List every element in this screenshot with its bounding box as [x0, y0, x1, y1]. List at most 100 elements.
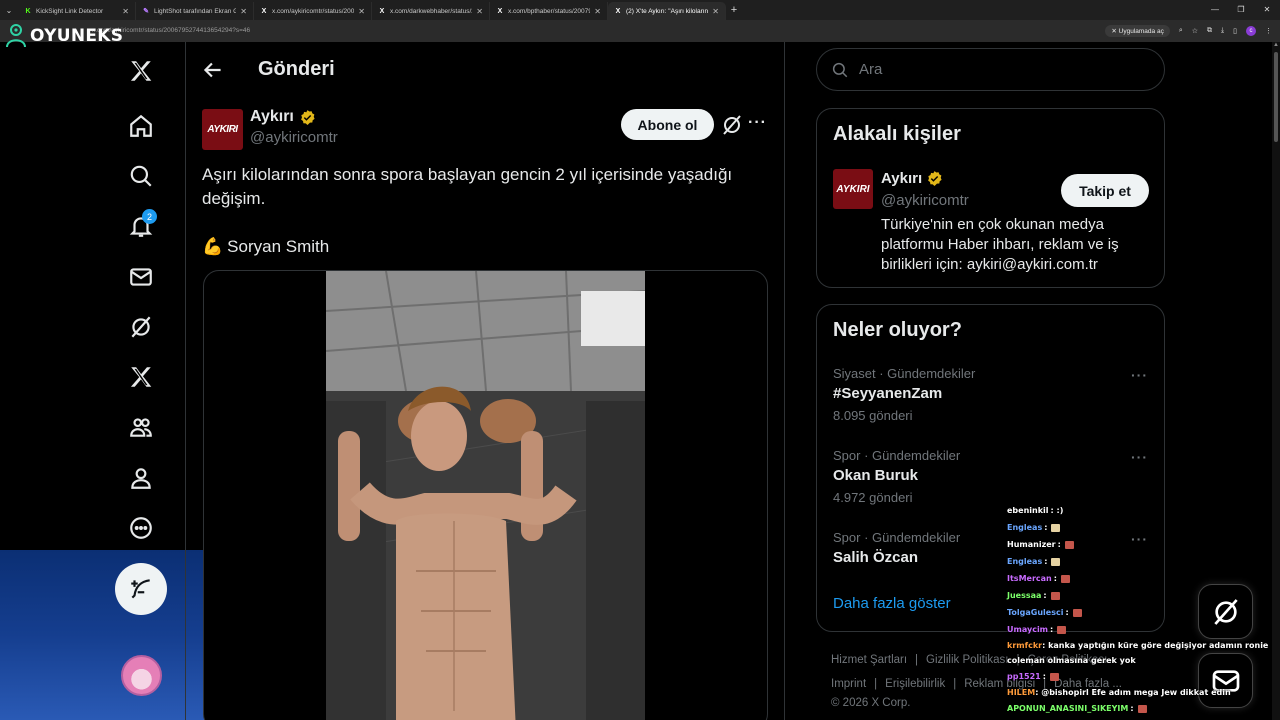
footer-copyright-row: © 2026 X Corp. [831, 697, 910, 709]
download-icon[interactable]: ⤓ [1221, 27, 1224, 35]
tab-search-icon[interactable]: ⌄ [0, 6, 18, 15]
chat-message: ItsMercan : [1007, 570, 1280, 587]
chat-emote-icon [1060, 574, 1070, 583]
feather-plus-icon [131, 579, 150, 599]
premium-x-icon[interactable] [126, 362, 156, 392]
footer-copyright: © 2026 X Corp. [831, 697, 911, 709]
chat-text: : kanka yaptığın küre göre değişiyor ada… [1007, 641, 1269, 665]
chat-message: ebeninkil: :) [1007, 502, 1280, 519]
zoom-icon[interactable]: ⌕ [1179, 27, 1183, 35]
address-bar-actions: ✕ Uygulamada aç ⌕ ☆ ⧉ ⤓ ▯ c ⋮ [1105, 23, 1272, 39]
follow-button[interactable]: Takip et [1061, 174, 1149, 207]
post-more-icon[interactable]: ··· [748, 114, 767, 132]
chat-text: : :) [1050, 506, 1064, 515]
author-handle[interactable]: @aykiricomtr [250, 129, 338, 146]
scroll-up-arrow-icon[interactable]: ▲ [1272, 42, 1280, 50]
chat-message: Engleas : [1007, 553, 1280, 570]
author-name[interactable]: Aykırı [250, 108, 294, 126]
chat-username: Umaycim [1007, 625, 1049, 634]
browser-tab[interactable]: ✎ LightShot tarafından Ekran Gör ✕ [136, 2, 254, 20]
back-arrow-icon[interactable] [200, 57, 226, 83]
post-media[interactable] [203, 270, 768, 720]
show-more-link[interactable]: Daha fazla göster [833, 595, 951, 612]
screen: ⌄ K KickSight Link Detector ✕ ✎ LightShot ta… [0, 0, 1280, 720]
compose-post-button[interactable] [115, 563, 167, 615]
address-bar: x.com/aykiricomtr/status/200679527441365… [0, 20, 1280, 42]
tab-favicon-icon: X [379, 7, 385, 15]
new-tab-button[interactable]: + [726, 4, 742, 16]
related-handle[interactable]: @aykiricomtr [881, 192, 969, 209]
tab-close-icon[interactable]: ✕ [240, 7, 247, 16]
account-avatar[interactable] [121, 655, 162, 696]
communities-icon[interactable] [126, 412, 156, 442]
video-player[interactable] [326, 271, 645, 720]
chat-emote-icon [1049, 672, 1059, 681]
sidebar-icon[interactable]: ▯ [1233, 27, 1237, 35]
related-bio: Türkiye'nin en çok okunan medya platform… [881, 216, 1119, 273]
footer-link-imprint[interactable]: Imprint [831, 678, 866, 690]
bookmark-star-icon[interactable]: ☆ [1192, 27, 1198, 35]
tab-close-icon[interactable]: ✕ [476, 7, 483, 16]
chat-text: : [1044, 523, 1048, 532]
related-name-row[interactable]: Aykırı [881, 170, 943, 187]
browser-tab[interactable]: Xx.com/bpthaber/status/20079 ✕ [490, 2, 608, 20]
tab-close-icon[interactable]: ✕ [594, 7, 601, 16]
scrollbar-thumb[interactable] [1274, 52, 1278, 142]
trend-category: Siyaset · Gündemdekiler [833, 366, 976, 381]
maximize-icon[interactable]: ❐ [1228, 0, 1254, 20]
tab-close-icon[interactable]: ✕ [122, 7, 129, 16]
tab-favicon-icon: X [497, 7, 503, 15]
trend-name[interactable]: #SeyyanenZam [833, 385, 942, 402]
chat-emote-icon [1137, 704, 1147, 713]
trend-more-icon[interactable]: ··· [1131, 449, 1148, 465]
browser-tab[interactable]: Xx.com/darkwebhaber/status/20 ✕ [372, 2, 490, 20]
x-logo-icon[interactable] [126, 56, 156, 86]
more-options-circle-icon[interactable] [126, 513, 156, 543]
author-avatar[interactable]: AYKIRI [202, 109, 243, 150]
post-text: Aşırı kilolarından sonra spora başlayan … [202, 165, 733, 208]
extensions-icon[interactable]: ⧉ [1207, 27, 1212, 35]
subscribe-button[interactable]: Abone ol [621, 109, 714, 140]
grok-icon[interactable] [126, 312, 156, 342]
footer-link-terms[interactable]: Hizmet Şartları [831, 654, 907, 666]
browser-menu-icon[interactable]: ⋮ [1265, 27, 1272, 35]
footer-link-privacy[interactable]: Gizlilik Politikası [926, 654, 1008, 666]
tab-favicon-icon: X [261, 7, 267, 15]
chat-username: APONUN_ANASINI_SIKEYIM [1007, 704, 1129, 713]
profile-person-icon[interactable] [126, 463, 156, 493]
messages-envelope-icon[interactable] [126, 262, 156, 292]
chat-message: TolgaGulesci : [1007, 604, 1280, 621]
trend-more-icon[interactable]: ··· [1131, 367, 1148, 383]
chat-message: Engleas : [1007, 519, 1280, 536]
minimize-icon[interactable]: — [1202, 0, 1228, 20]
search-icon[interactable] [126, 161, 156, 191]
author-name-row[interactable]: Aykırı [250, 108, 316, 126]
profile-avatar[interactable]: c [1246, 26, 1256, 36]
chat-emote-icon [1051, 523, 1061, 532]
browser-tab[interactable]: Xx.com/aykiricomtr/status/20079 ✕ [254, 2, 372, 20]
browser-tab[interactable]: K KickSight Link Detector ✕ [18, 2, 136, 20]
trend-name[interactable]: Okan Buruk [833, 467, 918, 484]
chat-message: krmfckr: kanka yaptığın küre göre değişi… [1007, 638, 1280, 668]
chat-emote-icon [1051, 557, 1061, 566]
chat-text: : [1043, 591, 1047, 600]
verified-badge-icon [301, 109, 315, 125]
tab-close-icon[interactable]: ✕ [358, 7, 365, 16]
footer-separator: | [915, 654, 919, 666]
trend-count: 4.972 gönderi [833, 490, 913, 505]
trend-name[interactable]: Salih Özcan [833, 549, 918, 566]
chat-emote-icon [1050, 591, 1060, 600]
related-name[interactable]: Aykırı [881, 170, 922, 187]
open-in-app-button[interactable]: ✕ Uygulamada aç [1105, 25, 1170, 37]
search-input[interactable]: Ara [816, 48, 1165, 91]
related-avatar[interactable]: AYKIRI [833, 169, 873, 209]
chat-username: Engleas [1007, 523, 1043, 532]
footer-link-accessibility[interactable]: Erişilebilirlik [885, 678, 945, 690]
browser-tab[interactable]: X (2) X'te Aykırı: "Aşırı kilolarından✕ [608, 2, 726, 20]
home-icon[interactable] [126, 111, 156, 141]
tab-close-icon[interactable]: ✕ [712, 7, 719, 16]
grok-explain-icon[interactable] [720, 113, 744, 137]
chat-text: : [1050, 625, 1054, 634]
close-window-icon[interactable]: ✕ [1254, 0, 1280, 20]
trend-category: Spor · Gündemdekiler [833, 448, 961, 463]
